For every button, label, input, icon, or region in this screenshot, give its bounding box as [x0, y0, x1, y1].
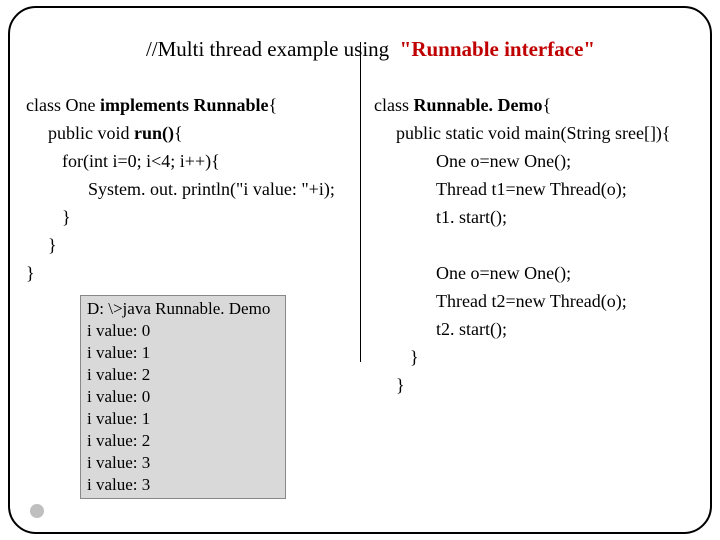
- code-line: }: [374, 371, 694, 399]
- output-line: i value: 3: [87, 474, 279, 496]
- title-highlight: "Runnable interface": [400, 37, 595, 61]
- code-line: class One implements Runnable{: [26, 91, 366, 119]
- code-line: t2. start();: [374, 315, 694, 343]
- title-prefix: //Multi thread example using: [146, 37, 400, 61]
- output-line: i value: 0: [87, 386, 279, 408]
- code-line: }: [26, 231, 366, 259]
- code-line: Thread t2=new Thread(o);: [374, 287, 694, 315]
- code-line: System. out. println("i value: "+i);: [26, 175, 366, 203]
- content-columns: class One implements Runnable{ public vo…: [26, 91, 694, 499]
- code-line: }: [26, 203, 366, 231]
- right-column: class Runnable. Demo{ public static void…: [366, 91, 694, 499]
- output-line: i value: 1: [87, 408, 279, 430]
- code-line: Thread t1=new Thread(o);: [374, 175, 694, 203]
- output-line: i value: 1: [87, 342, 279, 364]
- code-line: public static void main(String sree[]){: [374, 119, 694, 147]
- code-line: One o=new One();: [374, 259, 694, 287]
- output-line: i value: 2: [87, 430, 279, 452]
- corner-dot-icon: [30, 504, 44, 518]
- code-line: for(int i=0; i<4; i++){: [26, 147, 366, 175]
- code-line: One o=new One();: [374, 147, 694, 175]
- output-line: i value: 0: [87, 320, 279, 342]
- output-line: i value: 3: [87, 452, 279, 474]
- left-column: class One implements Runnable{ public vo…: [26, 91, 366, 499]
- output-line: i value: 2: [87, 364, 279, 386]
- code-line: }: [374, 343, 694, 371]
- code-line: public void run(){: [26, 119, 366, 147]
- blank-line: [374, 231, 694, 259]
- output-line: D: \>java Runnable. Demo: [87, 298, 279, 320]
- code-line: t1. start();: [374, 203, 694, 231]
- code-line: class Runnable. Demo{: [374, 91, 694, 119]
- code-line: }: [26, 259, 366, 287]
- slide-frame: //Multi thread example using "Runnable i…: [8, 6, 712, 534]
- output-box: D: \>java Runnable. Demo i value: 0 i va…: [80, 295, 286, 499]
